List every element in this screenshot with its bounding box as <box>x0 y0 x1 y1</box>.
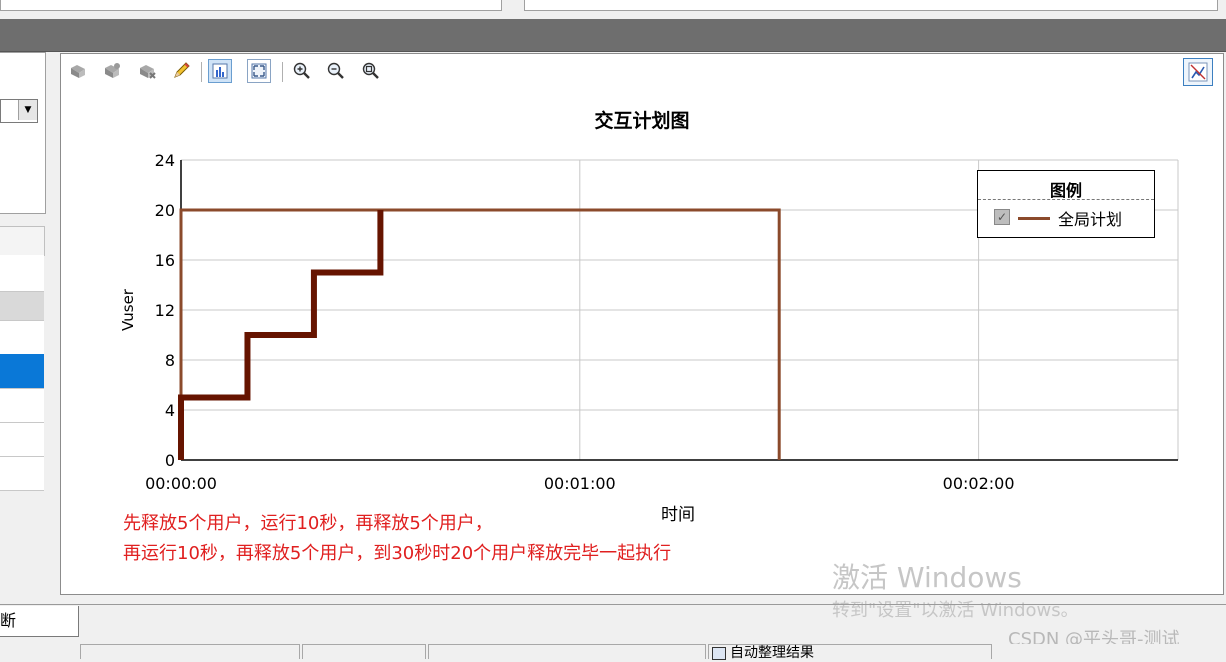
top-input-left[interactable] <box>0 0 502 11</box>
list-item[interactable] <box>0 423 44 457</box>
x-tick-label: 00:00:00 <box>145 474 217 493</box>
status-cell <box>80 644 300 659</box>
auto-arrange-icon[interactable] <box>712 647 726 660</box>
chart-legend: 图例 ✓ 全局计划 <box>977 170 1155 238</box>
status-cell <box>302 644 426 659</box>
list-item[interactable] <box>0 321 44 355</box>
x-tick-label: 00:02:00 <box>943 474 1015 493</box>
y-tick-label: 4 <box>165 401 175 420</box>
legend-label: 全局计划 <box>1058 210 1123 229</box>
save-icon[interactable] <box>100 59 124 83</box>
chevron-down-icon[interactable]: ▼ <box>18 100 37 120</box>
chart-title: 交互计划图 <box>594 110 690 132</box>
annotation-line-1: 先释放5个用户，运行10秒，再释放5个用户， <box>123 513 493 534</box>
chart-view-icon[interactable] <box>208 59 232 83</box>
zoom-reset-icon[interactable] <box>359 59 383 83</box>
y-tick-label: 0 <box>165 451 175 470</box>
y-tick-label: 24 <box>155 151 175 170</box>
left-properties-box <box>0 52 46 214</box>
left-dropdown[interactable]: ▼ <box>0 99 38 123</box>
x-tick-label: 00:01:00 <box>544 474 616 493</box>
legend-title: 图例 <box>1049 181 1082 200</box>
windows-watermark-title: 激活 Windows <box>832 561 1022 594</box>
toolbar-separator <box>282 62 283 82</box>
chart-panel: 交互计划图 0 4 8 12 16 20 24 00:00:00 00:01:00 00:02:0… <box>60 53 1224 595</box>
list-item[interactable] <box>0 457 44 491</box>
list-item[interactable] <box>0 389 44 423</box>
bottom-tab[interactable]: 断 <box>0 606 79 637</box>
y-tick-label: 8 <box>165 351 175 370</box>
left-panel: ▼ <box>0 52 48 605</box>
y-tick-label: 20 <box>155 201 175 220</box>
legend-checkbox[interactable]: ✓ <box>994 209 1010 225</box>
legend-divider <box>978 199 1154 200</box>
chart-toggle-icon[interactable] <box>1183 58 1213 86</box>
x-axis-label: 时间 <box>661 505 695 525</box>
annotation-line-2: 再运行10秒，再释放5个用户，到30秒时20个用户释放完毕一起执行 <box>123 543 672 564</box>
zoom-out-icon[interactable] <box>324 59 348 83</box>
status-label[interactable]: 自动整理结果 <box>730 644 814 662</box>
zoom-in-icon[interactable] <box>290 59 314 83</box>
y-axis-label: Vuser <box>119 288 137 331</box>
list-item[interactable] <box>0 255 44 292</box>
toolbar-separator <box>201 62 202 82</box>
chart-toolbar <box>61 54 1223 90</box>
list-item[interactable] <box>0 292 44 321</box>
rampup-steps <box>178 210 384 460</box>
top-input-right[interactable] <box>524 0 1218 11</box>
list-header <box>0 226 45 256</box>
y-tick-label: 16 <box>155 251 175 270</box>
y-tick-label: 12 <box>155 301 175 320</box>
fit-icon[interactable] <box>247 59 271 83</box>
open-icon[interactable] <box>66 59 90 83</box>
pencil-icon[interactable] <box>169 59 193 83</box>
print-icon[interactable] <box>135 59 159 83</box>
list-item-selected[interactable] <box>0 354 44 389</box>
windows-watermark-subtitle: 转到"设置"以激活 Windows。 <box>832 600 1079 621</box>
header-bar <box>0 19 1226 52</box>
status-cell <box>428 644 706 659</box>
legend-swatch <box>1018 217 1050 220</box>
bottom-divider <box>0 604 1226 605</box>
status-bar: 自动整理结果 <box>0 644 1226 662</box>
